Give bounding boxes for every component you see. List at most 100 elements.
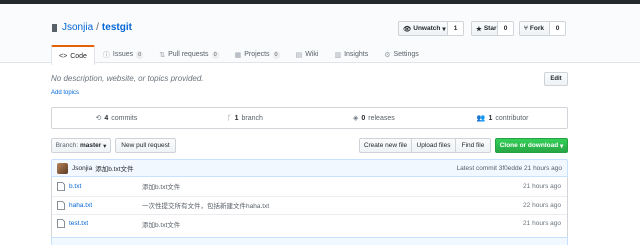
tab-insights-label: Insights: [344, 51, 369, 58]
caret-down-icon: ▾: [101, 142, 107, 150]
file-age: 21 hours ago: [523, 220, 561, 228]
issues-counter: 0: [136, 50, 144, 59]
branch-select-button[interactable]: Branch: master ▾: [51, 138, 111, 153]
file-commit-message[interactable]: 添加b.txt文件: [142, 181, 180, 191]
latest-commit-prefix: Latest commit: [456, 164, 497, 172]
file-commit-message[interactable]: 添加b.txt文件: [142, 219, 180, 229]
tab-pull-requests-label: Pull requests: [168, 51, 209, 58]
file-commit-message[interactable]: 一次性提交所有文件，包括新建文件haha.txt: [142, 200, 269, 210]
contributors-count: 1: [488, 114, 493, 122]
watchers-count[interactable]: 1: [448, 21, 464, 36]
upload-files-button[interactable]: Upload files: [412, 138, 456, 153]
releases-label: releases: [368, 114, 395, 122]
star-group: ★ Star 0: [471, 21, 514, 36]
find-file-button[interactable]: Find file: [456, 138, 491, 153]
file-age: 21 hours ago: [523, 182, 561, 190]
tab-wiki-label: Wiki: [305, 51, 319, 58]
git-branch-icon: ᚴ: [227, 114, 232, 122]
latest-commit-bar: Jsonjia 添加b.txt文件 Latest commit 3f0edde …: [51, 159, 568, 177]
clone-or-download-button[interactable]: Clone or download ▾: [495, 138, 568, 153]
commit-message-link[interactable]: 添加b.txt文件: [95, 163, 133, 173]
commit-author-link[interactable]: Jsonjia: [72, 165, 92, 172]
book-icon: ▤: [295, 51, 303, 59]
project-icon: ▦: [234, 51, 242, 59]
projects-counter: 0: [272, 50, 280, 59]
git-pull-request-icon: ⇅: [159, 51, 166, 59]
file-name-link[interactable]: haha.txt: [69, 202, 149, 209]
file-icon: [57, 219, 65, 229]
commits-link[interactable]: ⟲ 4 commits: [52, 108, 181, 128]
issue-opened-icon: ⓘ: [102, 51, 110, 59]
tab-settings[interactable]: ⚙ Settings: [376, 44, 427, 64]
fork-group: ⑂ Fork 0: [519, 21, 566, 36]
repo-title: Jsonjia / testgit: [51, 22, 132, 33]
star-button[interactable]: ★ Star: [471, 21, 498, 36]
file-row: b.txt 添加b.txt文件 21 hours ago: [52, 177, 567, 196]
tab-projects[interactable]: ▦ Projects 0: [227, 44, 288, 64]
repo-description: No description, website, or topics provi…: [51, 74, 204, 83]
watch-group: 👁 Unwatch ▾ 1: [398, 21, 464, 36]
caret-down-icon: ▾: [442, 25, 446, 33]
file-name-link[interactable]: test.txt: [69, 220, 149, 227]
tab-issues[interactable]: ⓘ Issues 0: [95, 44, 151, 64]
branch-select-value: master: [80, 142, 102, 149]
file-icon: [57, 200, 65, 210]
tab-pull-requests[interactable]: ⇅ Pull requests 0: [151, 44, 226, 64]
file-icon: [57, 181, 65, 191]
code-icon: <>: [59, 52, 68, 60]
contributors-label: contributor: [495, 114, 529, 122]
fork-icon: ⑂: [524, 25, 528, 32]
file-row: haha.txt 一次性提交所有文件，包括新建文件haha.txt 22 hou…: [52, 195, 567, 215]
commit-sha-link[interactable]: 3f0edde: [499, 165, 523, 172]
star-label: Star: [483, 25, 497, 32]
graph-icon: ▥: [334, 51, 342, 59]
star-icon: ★: [476, 25, 482, 33]
branches-link[interactable]: ᚴ 1 branch: [181, 108, 310, 128]
repo-name-link[interactable]: testgit: [102, 22, 132, 33]
create-new-file-button[interactable]: Create new file: [359, 138, 412, 153]
stargazers-count[interactable]: 0: [498, 21, 514, 36]
history-icon: ⟲: [95, 115, 102, 122]
fork-button[interactable]: ⑂ Fork: [519, 21, 550, 36]
clone-label: Clone or download: [499, 142, 559, 149]
branch-label: branch: [241, 114, 263, 122]
repo-book-icon: [52, 23, 57, 32]
gear-icon: ⚙: [384, 51, 391, 59]
repo-header: Jsonjia / testgit 👁 Unwatch ▾ 1 ★ Star 0…: [0, 4, 640, 65]
readme-header-strip: [51, 237, 568, 245]
file-row: test.txt 添加b.txt文件 21 hours ago: [52, 214, 567, 233]
tab-code[interactable]: <> Code: [51, 45, 95, 65]
file-name-link[interactable]: b.txt: [69, 183, 149, 190]
latest-commit-age: 21 hours ago: [524, 164, 562, 172]
organization-icon: 👥: [476, 115, 486, 122]
contributors-link[interactable]: 👥 1 contributor: [438, 108, 567, 128]
edit-description-button[interactable]: Edit: [544, 72, 568, 86]
repo-separator: /: [96, 22, 99, 33]
forks-count[interactable]: 0: [550, 21, 566, 36]
commits-label: commits: [111, 114, 138, 122]
pull-requests-counter: 0: [211, 50, 219, 59]
add-topics-link[interactable]: Add topics: [51, 90, 79, 96]
file-age: 22 hours ago: [523, 201, 561, 209]
file-list: b.txt 添加b.txt文件 21 hours ago haha.txt 一次…: [51, 177, 568, 237]
commits-count: 4: [104, 114, 109, 122]
avatar[interactable]: [57, 162, 68, 174]
tab-wiki[interactable]: ▤ Wiki: [288, 44, 327, 64]
new-pull-request-button[interactable]: New pull request: [115, 138, 176, 153]
fork-label: Fork: [529, 25, 544, 32]
latest-commit-info: Latest commit 3f0edde 21 hours ago: [456, 165, 562, 172]
tab-code-label: Code: [70, 52, 87, 60]
tab-settings-label: Settings: [393, 51, 419, 58]
releases-link[interactable]: ◈ 0 releases: [310, 108, 439, 128]
unwatch-label: Unwatch: [413, 25, 441, 32]
unwatch-button[interactable]: 👁 Unwatch ▾: [398, 21, 448, 36]
tab-issues-label: Issues: [112, 51, 134, 58]
repo-owner-link[interactable]: Jsonjia: [62, 22, 93, 33]
branch-count: 1: [234, 114, 239, 122]
tab-insights[interactable]: ▥ Insights: [326, 44, 376, 64]
tab-projects-label: Projects: [244, 51, 270, 58]
eye-icon: 👁: [403, 25, 412, 33]
repo-nav-tabs: <> Code ⓘ Issues 0 ⇅ Pull requests 0 ▦ P…: [51, 44, 427, 65]
releases-count: 0: [361, 114, 366, 122]
branch-select-label: Branch:: [55, 142, 78, 149]
